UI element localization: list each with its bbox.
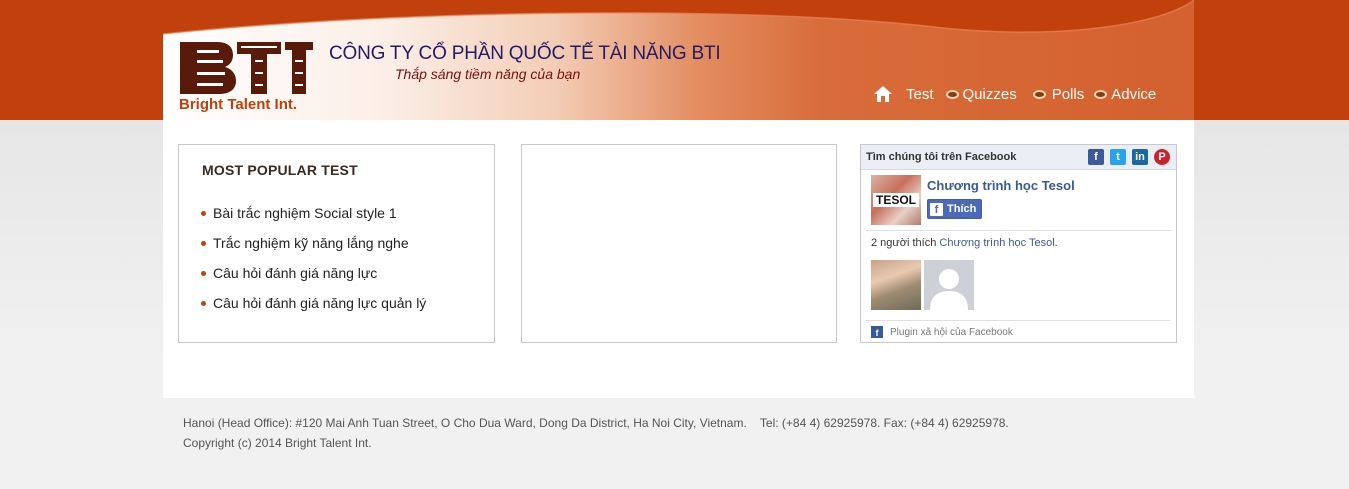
- bti-logo[interactable]: Bright Talent Int.: [179, 40, 314, 114]
- nav-item-label: Polls: [1051, 85, 1085, 103]
- bullet-icon: [201, 270, 206, 276]
- thumbnail-label: TESOL: [873, 193, 919, 207]
- company-name: CÔNG TY CỔ PHẦN QUỐC TẾ TÀI NĂNG BTI: [329, 43, 721, 64]
- facebook-icon[interactable]: f: [1088, 149, 1104, 165]
- facebook-small-icon: f: [871, 326, 883, 338]
- list-item: Câu hỏi đánh giá năng lực quản lý: [201, 288, 426, 318]
- social-icons: f t in P: [1082, 149, 1170, 165]
- list-item: Câu hỏi đánh giá năng lực: [201, 258, 426, 288]
- like-count-prefix: 2 người thích: [871, 237, 940, 249]
- nav-item-test[interactable]: Test: [906, 86, 946, 103]
- facebook-widget-header: Tìm chúng tôi trên Facebook f t in P: [861, 145, 1176, 170]
- linkedin-icon[interactable]: in: [1132, 149, 1148, 165]
- slogan: Thắp sáng tiềm năng của bạn: [395, 66, 581, 82]
- test-link[interactable]: Bài trắc nghiệm Social style 1: [213, 205, 397, 221]
- facebook-widget: Tìm chúng tôi trên Facebook f t in P TES…: [860, 144, 1177, 343]
- nav-item-label: Advice: [1111, 85, 1157, 103]
- site-header: Bright Talent Int. CÔNG TY CỔ PHẦN QUỐC …: [163, 0, 1194, 120]
- like-count-suffix: .: [1054, 237, 1058, 249]
- most-popular-title: MOST POPULAR TEST: [202, 162, 358, 178]
- popular-test-list: Bài trắc nghiệm Social style 1 Trắc nghi…: [201, 198, 426, 318]
- list-item: Bài trắc nghiệm Social style 1: [201, 198, 426, 228]
- divider: [866, 230, 1171, 231]
- bullet-icon: [201, 240, 206, 246]
- facebook-widget-footer: f Plugin xã hội của Facebook: [871, 326, 1013, 338]
- facebook-like-button[interactable]: f Thích: [927, 199, 983, 219]
- bullet-icon: [201, 210, 206, 216]
- background-shade-right: [1194, 120, 1349, 360]
- nav-bullet-icon: [1032, 89, 1046, 99]
- facebook-widget-title: Tìm chúng tôi trên Facebook: [866, 151, 1017, 163]
- nav-item-polls[interactable]: Polls: [1032, 85, 1085, 103]
- nav-bullet-icon: [945, 89, 959, 99]
- test-link[interactable]: Câu hỏi đánh giá năng lực quản lý: [213, 295, 426, 311]
- divider: [866, 320, 1171, 321]
- main-nav: Test Quizzes Polls Advice: [873, 82, 1156, 106]
- facebook-f-icon: f: [930, 202, 943, 216]
- most-popular-test-box: MOST POPULAR TEST Bài trắc nghiệm Social…: [178, 144, 495, 343]
- footer-address: Hanoi (Head Office): #120 Mai Anh Tuan S…: [183, 416, 1009, 430]
- nav-bullet-icon: [1094, 89, 1108, 99]
- bti-logo-mark: [180, 42, 313, 94]
- nav-item-advice[interactable]: Advice: [1094, 86, 1156, 103]
- facebook-page-name[interactable]: Chương trình học Tesol: [927, 178, 1075, 193]
- nav-item-label: Test: [906, 85, 934, 103]
- logo-tagline: Bright Talent Int.: [179, 96, 298, 113]
- test-link[interactable]: Trắc nghiệm kỹ năng lắng nghe: [213, 235, 409, 251]
- pinterest-icon[interactable]: P: [1154, 149, 1170, 165]
- empty-content-box: [521, 144, 837, 343]
- nav-item-label: Quizzes: [962, 85, 1017, 103]
- home-icon[interactable]: [873, 84, 893, 104]
- facebook-plugin-label[interactable]: Plugin xã hội của Facebook: [890, 327, 1013, 338]
- background-shade-left: [0, 120, 163, 360]
- twitter-icon[interactable]: t: [1110, 149, 1126, 165]
- like-count-page-link[interactable]: Chương trình học Tesol: [939, 237, 1054, 249]
- facebook-page-thumbnail[interactable]: TESOL: [871, 175, 921, 225]
- friend-avatar[interactable]: [871, 260, 921, 310]
- facebook-like-count: 2 người thích Chương trình học Tesol.: [871, 237, 1058, 249]
- like-button-label: Thích: [947, 203, 977, 215]
- nav-item-quizzes[interactable]: Quizzes: [945, 85, 1017, 103]
- default-avatar-icon[interactable]: [924, 260, 974, 310]
- bullet-icon: [201, 300, 206, 306]
- list-item: Trắc nghiệm kỹ năng lắng nghe: [201, 228, 426, 258]
- footer-copyright: Copyright (c) 2014 Bright Talent Int.: [183, 436, 372, 450]
- main-content: MOST POPULAR TEST Bài trắc nghiệm Social…: [163, 120, 1194, 398]
- test-link[interactable]: Câu hỏi đánh giá năng lực: [213, 265, 377, 281]
